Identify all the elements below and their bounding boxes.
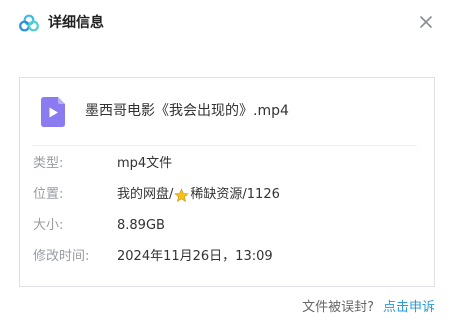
location-path-root[interactable]: 我的网盘/ <box>117 184 173 206</box>
report-text: 文件被误封? <box>302 300 374 315</box>
type-label: 类型: <box>33 156 64 171</box>
file-info-card: 墨西哥电影《我会出现的》.mp4 类型: mp4文件 位置: 我的网盘/ 稀缺资… <box>19 77 435 287</box>
location-value: 我的网盘/ 稀缺资源/1126 <box>117 184 280 206</box>
info-row-location: 位置: 我的网盘/ 稀缺资源/1126 <box>20 184 434 206</box>
info-row-size: 大小: 8.89GB <box>20 215 434 237</box>
dialog-header: 详细信息 <box>0 0 450 44</box>
divider <box>32 145 417 146</box>
star-emoji-icon <box>174 187 190 203</box>
info-row-type: 类型: mp4文件 <box>20 153 434 175</box>
size-label: 大小: <box>33 218 64 233</box>
file-name: 墨西哥电影《我会出现的》.mp4 <box>85 103 289 119</box>
close-icon[interactable] <box>416 12 436 32</box>
modified-value: 2024年11月26日，13:09 <box>117 249 273 264</box>
location-label: 位置: <box>33 187 64 202</box>
modified-label: 修改时间: <box>33 249 90 264</box>
app-logo-icon <box>19 14 39 32</box>
dialog-footer: 文件被误封? 点击申诉 <box>302 299 435 317</box>
info-row-modified: 修改时间: 2024年11月26日，13:09 <box>20 246 434 268</box>
appeal-link[interactable]: 点击申诉 <box>383 300 435 315</box>
location-path-folder[interactable]: 稀缺资源/1126 <box>190 184 279 206</box>
dialog-title: 详细信息 <box>48 15 104 31</box>
file-row: 墨西哥电影《我会出现的》.mp4 <box>20 78 434 145</box>
size-value: 8.89GB <box>117 218 165 233</box>
file-details-dialog: 详细信息 墨西哥电影《我会出现的》.mp4 类型: mp4文件 位置: 我的网盘… <box>0 0 450 333</box>
type-value: mp4文件 <box>117 156 173 171</box>
video-file-icon <box>41 97 65 127</box>
